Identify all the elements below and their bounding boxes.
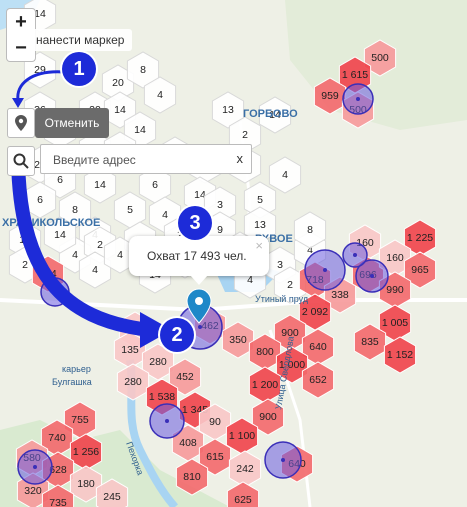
step-badge-1: 1 [62,52,96,86]
hex-cell-high-label: 1 225 [407,232,433,244]
hex-cell-high-label: 245 [103,491,121,503]
step-badge-2: 2 [160,318,194,352]
cancel-button[interactable]: Отменить [35,108,109,138]
place-label-gorbovo: ГОРБОВО [243,108,298,120]
place-label-quarry-1: карьер [62,364,91,374]
hex-cell-high-label: 810 [183,471,201,483]
coverage-center-dot [353,253,357,257]
hex-cell-high-label: 625 [234,494,252,506]
search-button[interactable] [7,146,35,176]
hex-cell-high-label: 900 [259,411,277,423]
hex-cell-high-label: 408 [179,437,197,449]
hex-cell-high-label: 350 [229,334,247,346]
coverage-center-dot [323,268,327,272]
popup-close-button[interactable]: × [255,238,263,253]
hex-cell-high-label: 835 [361,336,379,348]
hex-cell-high-label: 280 [149,356,167,368]
step-badge-3: 3 [178,206,212,240]
search-icon [13,153,29,169]
hex-cell-low-label: 8 [140,64,146,76]
hex-cell-high-label: 500 [371,52,389,64]
hex-cell-high-label: 652 [309,374,327,386]
hex-cell-low-label: 8 [72,204,78,216]
hex-cell-low-label: 2 [22,259,28,271]
hex-cell-low-label: 6 [57,174,63,186]
hex-cell-low-label: 2 [242,129,248,141]
hex-cell-high-label: 990 [386,284,404,296]
hex-cell-low-label: 6 [37,194,43,206]
hex-cell-low-label: 2 [97,239,103,251]
hex-cell-low-label: 20 [112,77,124,89]
hex-cell-high-label: 640 [309,341,327,353]
coverage-center-dot [33,465,37,469]
hex-cell-low-label: 2 [287,279,293,291]
hex-cell-low-label: 14 [54,229,66,241]
hex-cell-low-label: 4 [117,249,123,261]
hex-cell-low-label: 14 [94,179,106,191]
hex-cell-high-label: 1 152 [387,349,413,361]
hex-cell-high-label: 160 [386,252,404,264]
add-marker-hint: нанести маркер [30,29,133,51]
hex-cell-low-label: 3 [217,199,223,211]
hex-cell-low-label: 4 [162,209,168,221]
hex-cell-low-label: 14 [134,124,146,136]
hex-cell-low-label: 5 [257,194,263,206]
hex-cell-low-label: 13 [254,219,266,231]
hex-cell-high-label: 1 538 [149,391,175,403]
hex-cell-low-label: 4 [92,264,98,276]
hex-cell-low-label: 4 [157,89,163,101]
hex-cell-high-label: 338 [331,289,349,301]
hex-cell-low-label: 14 [114,104,126,116]
coverage-popup: Охват 17 493 чел. × [129,236,269,276]
place-label-hrenikolskoe: ХРАНИКОЛЬСКОЕ [2,217,100,229]
hex-cell-low-label: 9 [217,224,223,236]
map-pin-icon [15,115,27,131]
hex-cell-high-label: 452 [176,371,194,383]
coverage-center-dot [356,97,360,101]
hex-cell-high-label: 2 092 [302,306,328,318]
hex-cell-high-label: 1 100 [229,430,255,442]
place-label-pond: Утиный пруд [255,294,309,304]
hex-cell-high-label: 280 [124,376,142,388]
address-search-input[interactable] [51,146,225,174]
coverage-center-dot [198,325,202,329]
search-clear-button[interactable]: x [237,151,244,166]
hex-cell-high-label: 1 200 [252,379,278,391]
hex-cell-high-label: 90 [209,416,221,428]
hex-cell-low-label: 4 [282,169,288,181]
hex-cell-high-label: 320 [24,485,42,497]
hex-cell-low-label: 5 [127,204,133,216]
hex-cell-high-label: 1 256 [73,446,99,458]
hex-cell-high-label: 965 [411,264,429,276]
hex-cell-high-label: 615 [206,451,224,463]
hex-cell-high-label: 800 [256,346,274,358]
hex-cell-low-label: 13 [222,104,234,116]
hex-cell-high-label: 755 [71,414,89,426]
coverage-center-dot [370,274,374,278]
hex-cell-low-label: 6 [152,179,158,191]
popup-tail [190,275,208,285]
add-marker-button[interactable] [7,108,35,138]
hex-cell-high-label: 135 [121,344,139,356]
coverage-center-dot [281,458,285,462]
hex-cell-high-label: 180 [77,478,95,490]
hex-cell-low-label: 4 [72,249,78,261]
hex-cell-high-label: 1 615 [342,69,368,81]
hex-cell-high-label: 735 [49,497,67,507]
hex-cell-low-label: 8 [307,224,313,236]
coverage-center-dot [165,419,169,423]
address-search-box[interactable]: x [40,144,252,174]
hex-cell-low-label: 3 [277,259,283,271]
add-marker-hint-text: нанести маркер [36,33,125,47]
coverage-popup-text: Охват 17 493 чел. [147,249,247,263]
hex-cell-high-label: 1 005 [382,317,408,329]
hex-cell-high-label: 959 [321,90,339,102]
place-label-quarry-2: Булгашка [52,377,92,387]
hex-cell-high-label: 740 [48,432,66,444]
hex-cell-high-label: 242 [236,463,254,475]
